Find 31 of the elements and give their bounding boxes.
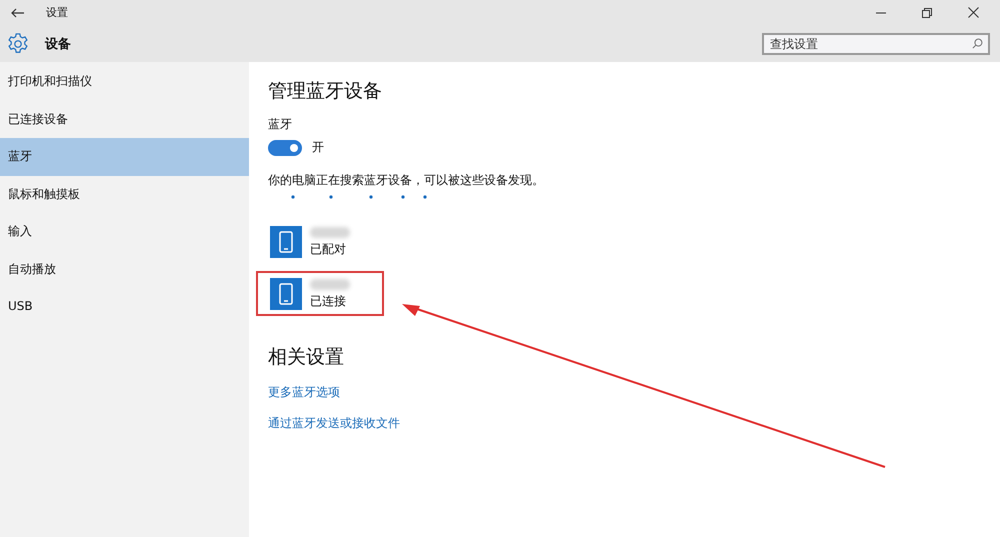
status-text: 你的电脑正在搜索蓝牙设备，可以被这些设备发现。 [268, 172, 544, 189]
bluetooth-label: 蓝牙 [268, 116, 292, 133]
bluetooth-toggle[interactable] [268, 140, 302, 156]
phone-icon [270, 226, 302, 258]
section-heading: 管理蓝牙设备 [268, 79, 382, 104]
restore-icon[interactable] [922, 8, 932, 18]
sidebar-item[interactable]: 自动播放 [0, 250, 249, 288]
settings-link[interactable]: 更多蓝牙选项 [268, 384, 340, 401]
window-title: 设置 [46, 5, 68, 20]
sidebar-item[interactable]: 打印机和扫描仪 [0, 63, 249, 100]
toggle-state: 开 [312, 139, 324, 156]
device-status: 已连接 [310, 293, 347, 310]
back-arrow-icon[interactable] [11, 8, 25, 18]
settings-link[interactable]: 通过蓝牙发送或接收文件 [268, 415, 400, 432]
device-item[interactable]: 已配对 [256, 219, 384, 264]
search-icon[interactable] [972, 38, 983, 48]
page-title: 设备 [45, 36, 71, 52]
blurred-name [310, 227, 350, 238]
section-heading: 相关设置 [268, 345, 344, 370]
device-status: 已配对 [310, 241, 347, 258]
sidebar-item[interactable]: 输入 [0, 213, 249, 250]
sidebar-item[interactable]: 鼠标和触摸板 [0, 176, 249, 213]
sidebar-item[interactable]: 蓝牙 [0, 138, 249, 176]
blurred-name [310, 279, 350, 290]
gear-icon [7, 32, 29, 54]
phone-icon [270, 278, 302, 310]
sidebar-item[interactable]: USB [0, 288, 249, 326]
sidebar-item[interactable]: 已连接设备 [0, 100, 249, 138]
device-item[interactable]: 已连接 [256, 271, 384, 316]
search-field[interactable]: 查找设置 [762, 32, 990, 54]
close-icon[interactable] [968, 7, 979, 18]
